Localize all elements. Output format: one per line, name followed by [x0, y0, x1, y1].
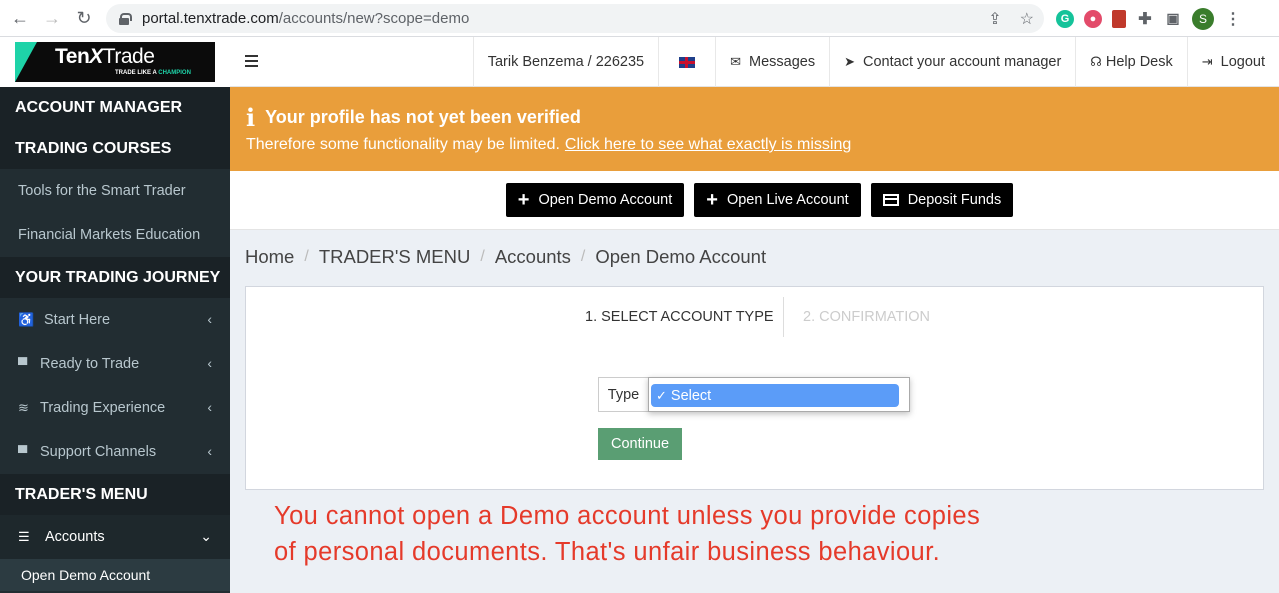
action-bar: + Open Demo Account + Open Live Account De… — [230, 171, 1279, 230]
help-desk-link[interactable]: ☊ Help Desk — [1075, 37, 1186, 87]
sidebar-subitem-open-demo[interactable]: Open Demo Account — [0, 559, 230, 591]
sidebar-account-manager[interactable]: ACCOUNT MANAGER — [0, 87, 230, 128]
browser-menu-icon[interactable]: ⋮ — [1224, 10, 1242, 28]
chevron-left-icon: ‹ — [207, 355, 212, 371]
open-demo-account-button[interactable]: + Open Demo Account — [505, 183, 685, 217]
breadcrumb-traders-menu[interactable]: TRADER'S MENU — [319, 246, 471, 268]
uk-flag-icon — [679, 56, 696, 68]
plus-icon: + — [706, 188, 718, 211]
support-briefcase-icon: ▀ — [18, 444, 28, 460]
forward-arrow-icon[interactable]: → — [36, 0, 68, 37]
language-selector[interactable] — [658, 37, 715, 87]
annotation-text: You cannot open a Demo account unless yo… — [274, 502, 981, 566]
breadcrumb: Home / TRADER'S MENU / Accounts / Open Demo… — [245, 246, 767, 268]
account-type-group: Type ✓ Select — [598, 377, 910, 412]
puzzle-extensions-icon[interactable]: ✚ — [1136, 10, 1154, 28]
alert-title: Your profile has not yet been verified — [265, 107, 581, 127]
grammarly-extension-icon[interactable]: G — [1056, 9, 1074, 28]
reload-icon[interactable]: ↻ — [68, 0, 100, 37]
accessibility-icon: ♿ — [18, 312, 35, 327]
breadcrumb-current: Open Demo Account — [595, 246, 767, 267]
top-navbar: Tarik Benzema / 226235 ✉ Messages ➤ Contac… — [230, 37, 1279, 87]
type-label: Type — [598, 377, 648, 412]
sidebar-item-tools[interactable]: Tools for the Smart Trader — [0, 169, 230, 213]
paper-plane-icon: ➤ — [844, 54, 856, 69]
lock-icon — [118, 12, 132, 25]
select-option-highlighted[interactable]: ✓ Select — [651, 384, 899, 407]
envelope-icon: ✉ — [730, 54, 742, 69]
side-panel-icon[interactable]: ▣ — [1164, 10, 1182, 28]
url-host: portal.tenxtrade.com — [142, 10, 279, 27]
open-live-account-button[interactable]: + Open Live Account — [694, 183, 861, 217]
sidebar-item-support-channels[interactable]: ▀ Support Channels ‹ — [0, 430, 230, 474]
list-icon: ☰ — [18, 529, 30, 544]
sidebar-traders-menu: TRADER'S MENU — [0, 474, 230, 515]
breadcrumb-home[interactable]: Home — [245, 246, 294, 268]
coins-icon: ≋ — [18, 400, 29, 415]
chevron-left-icon: ‹ — [207, 443, 212, 459]
url-path: /accounts/new?scope=demo — [278, 10, 470, 27]
step-confirmation: 2. CONFIRMATION — [803, 309, 931, 325]
breadcrumb-accounts[interactable]: Accounts — [495, 246, 571, 268]
profile-avatar[interactable]: S — [1192, 7, 1214, 30]
address-bar[interactable]: portal.tenxtrade.com/accounts/new?scope=… — [106, 4, 1044, 33]
alert-text: Therefore some functionality may be limi… — [246, 136, 560, 153]
messages-link[interactable]: ✉ Messages — [715, 37, 829, 87]
sidebar-item-start-here[interactable]: ♿ Start Here ‹ — [0, 298, 230, 342]
chevron-left-icon: ‹ — [207, 311, 212, 327]
contact-manager-link[interactable]: ➤ Contact your account manager — [829, 37, 1075, 87]
user-info[interactable]: Tarik Benzema / 226235 — [472, 37, 658, 87]
sidebar-journey-header: YOUR TRADING JOURNEY — [0, 257, 230, 298]
extension-icon[interactable]: ● — [1084, 9, 1102, 28]
headset-icon: ☊ — [1090, 54, 1102, 69]
chevron-left-icon: ‹ — [207, 399, 212, 415]
continue-button[interactable]: Continue — [598, 428, 682, 460]
sidebar-item-accounts[interactable]: ☰ Accounts ⌄ — [0, 515, 230, 559]
info-icon: i — [246, 103, 256, 132]
account-type-select[interactable]: ✓ Select — [648, 377, 910, 412]
sign-out-icon: ⇥ — [1201, 54, 1213, 69]
logout-link[interactable]: ⇥ Logout — [1186, 37, 1279, 87]
step-select-account-type: 1. SELECT ACCOUNT TYPE — [585, 309, 774, 325]
briefcase-icon: ▀ — [18, 356, 28, 372]
tenxtrade-logo[interactable]: TenXTrade TRADE LIKE A CHAMPION — [15, 42, 215, 82]
sidebar-item-education[interactable]: Financial Markets Education — [0, 213, 230, 257]
bookmark-star-icon[interactable]: ☆ — [1020, 9, 1034, 29]
chevron-down-icon: ⌄ — [200, 528, 212, 544]
sidebar-trading-courses[interactable]: TRADING COURSES — [0, 128, 230, 169]
hamburger-menu-icon[interactable] — [245, 55, 258, 67]
browser-toolbar: ← → ↻ portal.tenxtrade.com/accounts/new?… — [0, 0, 1279, 37]
bookmark-extension-icon[interactable] — [1112, 9, 1126, 28]
sidebar: TenXTrade TRADE LIKE A CHAMPION ACCOUNT … — [0, 37, 230, 593]
plus-icon: + — [517, 188, 530, 211]
verification-alert: i Your profile has not yet been verified … — [230, 87, 1279, 171]
deposit-funds-button[interactable]: Deposit Funds — [870, 183, 1014, 217]
credit-card-icon — [882, 194, 899, 206]
missing-info-link[interactable]: Click here to see what exactly is missin… — [565, 136, 851, 153]
back-arrow-icon[interactable]: ← — [4, 0, 36, 37]
sidebar-item-trading-experience[interactable]: ≋ Trading Experience ‹ — [0, 386, 230, 430]
logo-area[interactable]: TenXTrade TRADE LIKE A CHAMPION — [0, 37, 230, 87]
sidebar-item-ready-to-trade[interactable]: ▀ Ready to Trade ‹ — [0, 342, 230, 386]
share-icon[interactable]: ⇪ — [988, 9, 1001, 29]
checkmark-icon: ✓ — [656, 387, 667, 403]
step-divider — [783, 297, 784, 337]
